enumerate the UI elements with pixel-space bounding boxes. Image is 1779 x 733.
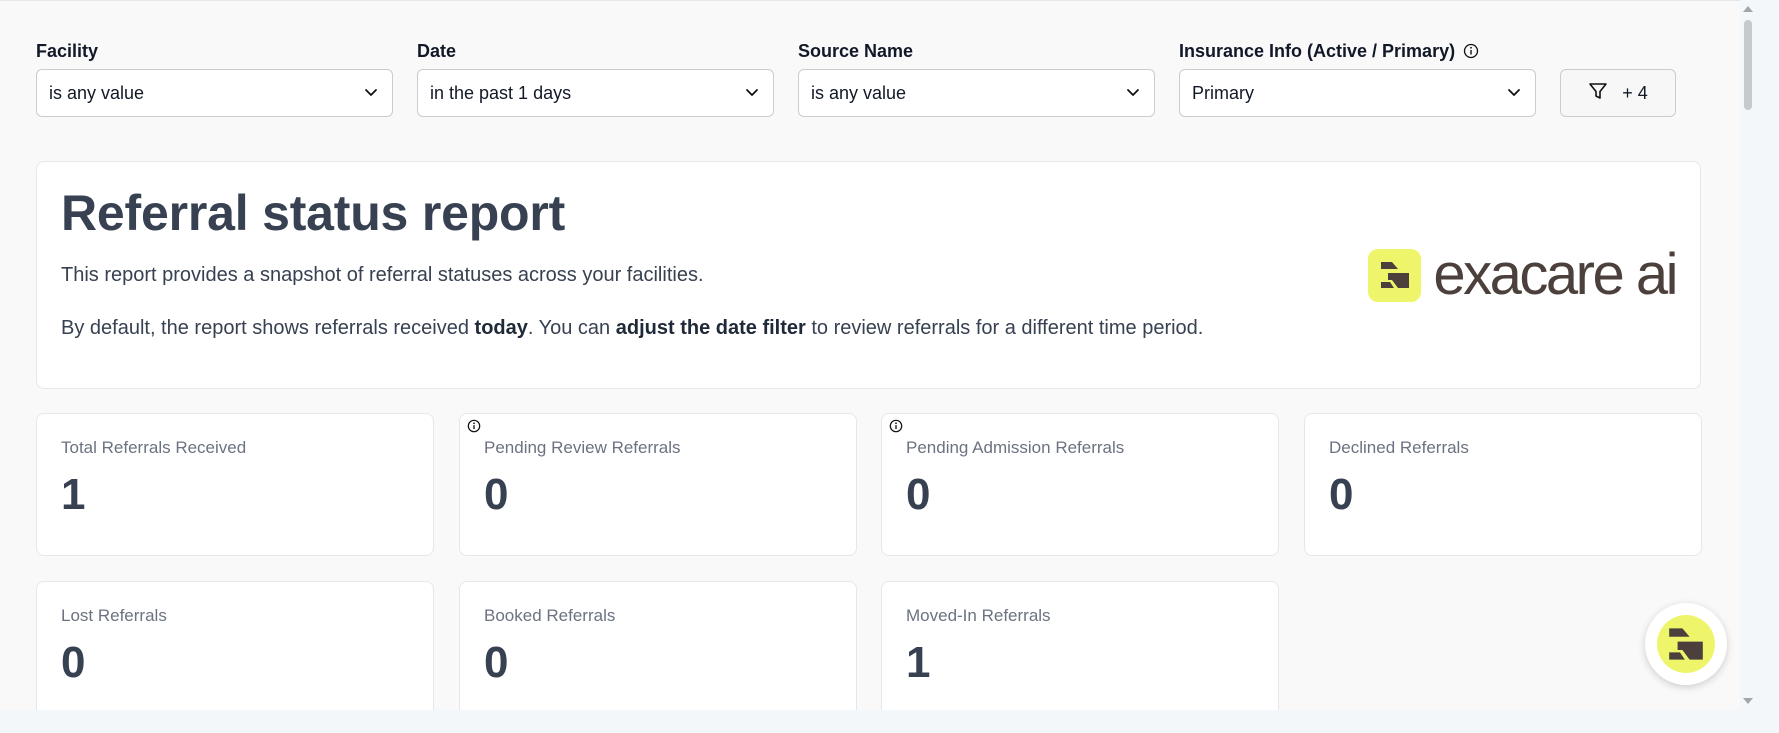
filter-insurance-info-label: Insurance Info (Active / Primary) (1179, 41, 1536, 61)
date-select-value: in the past 1 days (430, 82, 572, 103)
metric-value: 0 (1329, 470, 1354, 519)
filter-source-name: Source Name is any value (798, 41, 1155, 117)
insurance-info-select[interactable]: Primary (1179, 69, 1536, 117)
filter-facility-label: Facility (36, 40, 99, 61)
metric-total-referrals: Total Referrals Received 1 (36, 413, 434, 556)
metric-value: 1 (906, 638, 931, 687)
report-description: This report provides a snapshot of refer… (61, 264, 704, 286)
page-title: Referral status report (61, 185, 566, 241)
chevron-down-icon (364, 83, 378, 104)
chevron-down-icon (1126, 83, 1140, 104)
chevron-down-icon (745, 83, 759, 104)
vertical-scrollbar[interactable] (1740, 0, 1760, 710)
metric-label: Booked Referrals (484, 606, 616, 625)
exacare-logo-text: exacare ai (1433, 242, 1678, 307)
scrollbar-thumb[interactable] (1744, 20, 1752, 110)
info-icon[interactable] (1463, 43, 1479, 59)
facility-select[interactable]: is any value (36, 69, 393, 117)
metric-label: Lost Referrals (61, 606, 167, 625)
metric-lost: Lost Referrals 0 (36, 581, 434, 710)
chevron-down-icon (1507, 83, 1521, 104)
more-filters-count: + 4 (1622, 82, 1648, 103)
metric-label: Pending Review Referrals (484, 438, 681, 457)
metric-value: 0 (484, 470, 509, 519)
metric-value: 1 (61, 470, 86, 519)
filter-insurance-info: Insurance Info (Active / Primary) Primar… (1179, 41, 1536, 117)
metric-value: 0 (484, 638, 509, 687)
exacare-logo-icon (1368, 248, 1422, 302)
filter-bar: Facility is any value Date in the past 1… (36, 41, 1676, 117)
info-icon[interactable] (467, 419, 481, 438)
info-icon[interactable] (889, 419, 903, 438)
source-name-select[interactable]: is any value (798, 69, 1155, 117)
insurance-info-select-value: Primary (1192, 82, 1254, 103)
source-name-select-value: is any value (811, 82, 907, 103)
filter-icon (1588, 81, 1608, 106)
metric-moved-in: Moved-In Referrals 1 (881, 581, 1279, 710)
filter-date-label: Date (417, 40, 457, 61)
filter-source-name-label: Source Name (798, 40, 914, 61)
metric-label: Moved-In Referrals (906, 606, 1051, 625)
assistant-fab-button[interactable] (1645, 603, 1727, 685)
metric-value: 0 (906, 470, 931, 519)
date-select[interactable]: in the past 1 days (417, 69, 774, 117)
more-filters-button[interactable]: + 4 (1560, 69, 1676, 117)
metric-declined: Declined Referrals 0 (1304, 413, 1702, 556)
metric-label: Pending Admission Referrals (906, 438, 1125, 457)
metric-label: Total Referrals Received (61, 438, 247, 457)
filter-date: Date in the past 1 days (417, 41, 774, 117)
report-note: By default, the report shows referrals r… (61, 317, 1204, 339)
metric-pending-admission: Pending Admission Referrals 0 (881, 413, 1279, 556)
exacare-assistant-icon (1657, 615, 1715, 673)
metric-value: 0 (61, 638, 86, 687)
scroll-up-arrow[interactable] (1743, 6, 1753, 12)
dashboard-viewport: Facility is any value Date in the past 1… (0, 0, 1740, 710)
exacare-logo: exacare ai (1368, 242, 1678, 307)
report-header-card: Referral status report This report provi… (36, 161, 1701, 389)
metric-pending-review: Pending Review Referrals 0 (459, 413, 857, 556)
metric-label: Declined Referrals (1329, 438, 1469, 457)
filter-facility: Facility is any value (36, 41, 393, 117)
metric-booked: Booked Referrals 0 (459, 581, 857, 710)
facility-select-value: is any value (49, 82, 145, 103)
scroll-down-arrow[interactable] (1743, 698, 1753, 704)
